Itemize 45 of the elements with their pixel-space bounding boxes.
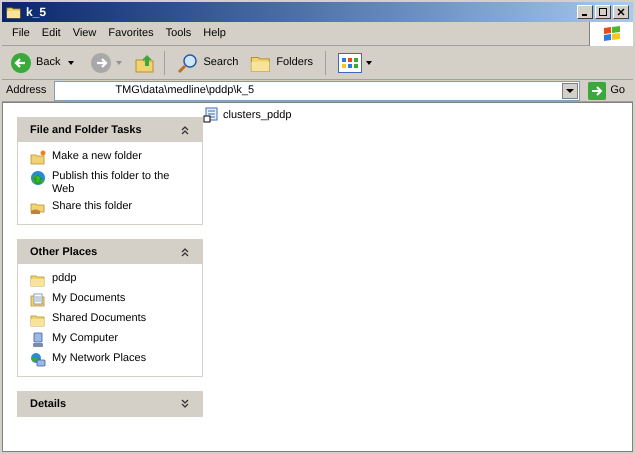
menu-item[interactable]: Tools xyxy=(160,25,198,42)
views-icon xyxy=(338,52,362,72)
expand-icon[interactable] xyxy=(180,399,190,409)
task-link[interactable]: Publish this folder to the Web xyxy=(52,170,190,196)
task-link[interactable]: My Documents xyxy=(52,292,126,305)
new-folder-icon xyxy=(30,150,46,166)
back-button[interactable]: Back xyxy=(6,52,64,74)
globe-icon xyxy=(30,170,46,186)
file-name[interactable]: clusters_pddp xyxy=(223,107,292,124)
task-link[interactable]: Shared Documents xyxy=(52,312,146,325)
go-button[interactable]: Go xyxy=(584,82,629,100)
collapse-icon[interactable] xyxy=(180,125,190,135)
panel-header[interactable]: File and Folder Tasks xyxy=(18,118,202,142)
minimize-button[interactable] xyxy=(577,5,593,19)
address-label: Address xyxy=(6,83,48,98)
maximize-button[interactable] xyxy=(595,5,611,19)
computer-icon xyxy=(30,332,46,348)
flag-logo-icon xyxy=(602,26,620,42)
dropdown-arrow-icon xyxy=(366,60,372,64)
file-shortcut-icon xyxy=(203,107,219,124)
menu-item[interactable]: File xyxy=(6,25,36,42)
network-icon xyxy=(30,352,46,368)
menu-item[interactable]: Help xyxy=(197,25,232,42)
collapse-icon[interactable] xyxy=(180,247,190,257)
dropdown-button-icon[interactable] xyxy=(562,82,578,98)
task-link[interactable]: Share this folder xyxy=(52,200,132,213)
window-title: k_5 xyxy=(26,4,46,21)
close-button[interactable] xyxy=(613,5,629,19)
address-field[interactable]: TMG\data\medline\pddp\k_5 xyxy=(54,80,580,100)
task-link[interactable]: pddp xyxy=(52,272,76,285)
maximize-icon xyxy=(599,8,607,16)
task-link[interactable]: Make a new folder xyxy=(52,150,142,163)
search-icon xyxy=(177,52,200,74)
search-button[interactable]: Search xyxy=(173,52,242,74)
dropdown-arrow-icon[interactable] xyxy=(68,60,74,64)
task-link[interactable]: My Computer xyxy=(52,332,118,345)
panel-header[interactable]: Details xyxy=(18,392,202,416)
menu-item[interactable]: Edit xyxy=(36,25,67,42)
menu-item[interactable]: View xyxy=(66,25,102,42)
panel-header[interactable]: Other Places xyxy=(18,240,202,264)
folders-button[interactable]: Folders xyxy=(246,52,318,74)
task-link[interactable]: My Network Places xyxy=(52,352,146,365)
documents-icon xyxy=(30,292,46,308)
menu-item[interactable]: Favorites xyxy=(102,25,160,42)
close-icon xyxy=(617,8,625,16)
